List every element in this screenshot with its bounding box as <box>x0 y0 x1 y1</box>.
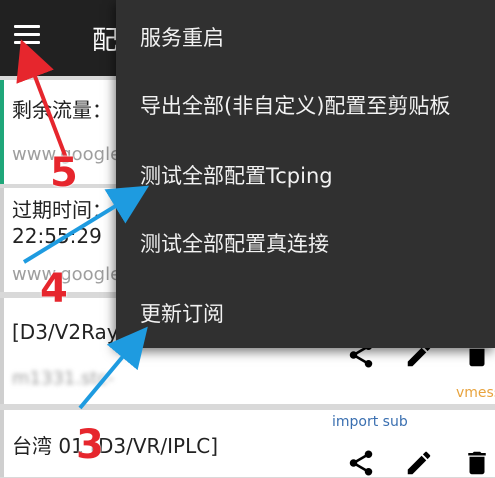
protocol-tag: vmess <box>456 385 495 401</box>
menu-item-update-subscription[interactable]: 更新订阅 <box>116 280 495 349</box>
subscription-tag: import sub <box>332 414 408 430</box>
card-subtitle: m​1331.stc- <box>12 368 114 389</box>
delete-button[interactable] <box>462 448 492 478</box>
card-title: 过期时间： <box>12 198 112 222</box>
delete-icon <box>468 451 486 475</box>
menu-item-export-to-clipboard[interactable]: 导出全部(非自定义)配置至剪贴板 <box>116 72 495 141</box>
menu-icon[interactable] <box>14 24 40 46</box>
list-item[interactable]: import sub 台湾 01 [D3/VR/IPLC] <box>0 410 495 477</box>
edit-button[interactable] <box>404 448 434 478</box>
annotation-label-5: 5 <box>50 150 78 196</box>
menu-item-restart-service[interactable]: 服务重启 <box>116 4 495 73</box>
overflow-menu: 服务重启 导出全部(非自定义)配置至剪贴板 测试全部配置Tcping 测试全部配… <box>116 0 495 348</box>
selection-bar <box>0 298 4 404</box>
card-title: [D3/V2Ray <box>12 320 119 344</box>
menu-item-test-real-connection[interactable]: 测试全部配置真连接 <box>116 210 495 279</box>
share-button[interactable] <box>346 448 376 478</box>
annotation-label-3: 3 <box>76 422 104 468</box>
selection-bar <box>0 188 4 292</box>
edit-icon <box>407 451 431 475</box>
selected-indicator <box>0 80 4 184</box>
annotation-label-4: 4 <box>40 266 68 312</box>
share-icon <box>349 450 373 476</box>
selection-bar <box>0 410 4 477</box>
card-title-extra: 22:55:29 <box>12 224 102 248</box>
menu-item-test-tcping[interactable]: 测试全部配置Tcping <box>116 142 495 211</box>
card-title: 台湾 01 [D3/VR/IPLC] <box>12 434 219 458</box>
card-title: 剩余流量： <box>12 98 112 122</box>
